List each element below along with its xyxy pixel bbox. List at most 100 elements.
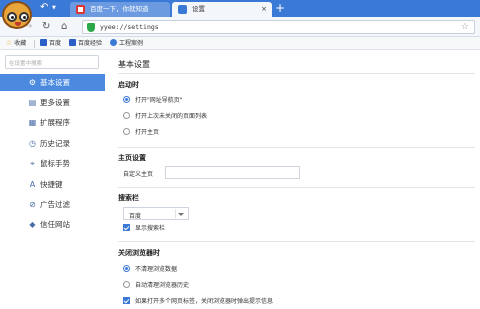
homepage-input[interactable] — [165, 166, 300, 179]
sidebar-item-extensions[interactable]: ▦ 扩展程序 — [0, 114, 105, 131]
radio-selected[interactable] — [123, 265, 130, 272]
option-label: 不清理浏览数据 — [135, 266, 178, 273]
radio[interactable] — [123, 128, 130, 135]
option-label: 自动清理浏览器历史 — [135, 282, 190, 289]
close-warn-option[interactable]: 如果打开多个网页标签，关闭浏览器时弹出提示信息 — [123, 297, 273, 306]
tab-settings[interactable]: 设置 × — [172, 2, 272, 17]
section-heading-close: 关闭浏览器时 — [118, 249, 160, 257]
checkbox-checked[interactable] — [123, 224, 130, 231]
browser-window: ↶ ▼ 百度一下，你就知道 设置 × + ← → ↻ ⌂ yyee://sett… — [0, 0, 480, 309]
star-icon[interactable]: ☆ — [461, 22, 469, 32]
bookmark-bar: ☆ 收藏 百度 百度经验 工程案例 — [0, 37, 480, 50]
logo-beak — [15, 22, 21, 26]
page-title: 基本设置 — [118, 60, 150, 69]
startup-option-homepage[interactable]: 打开主页 — [123, 128, 159, 137]
divider — [118, 147, 475, 148]
settings-sidebar: 在设置中搜索 ⚙ 基本设置 ▤ 更多设置 ▦ 扩展程序 ◷ 历史记录 ⌖ 鼠标手… — [0, 50, 105, 309]
radio[interactable] — [123, 281, 130, 288]
logo-eye — [19, 12, 29, 22]
star-icon: ☆ — [6, 39, 13, 47]
home-icon[interactable]: ⌂ — [61, 20, 67, 33]
sidebar-item-adblock[interactable]: ⊘ 广告过滤 — [0, 196, 105, 213]
mouse-icon: ⌖ — [30, 159, 35, 168]
close-option-keep-data[interactable]: 不清理浏览数据 — [123, 265, 177, 274]
baidu-icon — [40, 39, 47, 46]
settings-main: 基本设置 启动时 打开"网址导航页" 打开上次未关闭的页面列表 打开主页 主页设… — [105, 50, 480, 309]
browser-logo[interactable] — [2, 1, 32, 29]
gear-icon — [110, 39, 117, 46]
bookmark-label: 百度经验 — [78, 40, 103, 47]
show-searchbar-option[interactable]: 显示搜索栏 — [123, 224, 165, 233]
sidebar-item-more[interactable]: ▤ 更多设置 — [0, 94, 105, 111]
undo-icon[interactable]: ↶ — [40, 2, 48, 14]
sidebar-item-basic[interactable]: ⚙ 基本设置 — [0, 74, 105, 91]
close-option-clear-history[interactable]: 自动清理浏览器历史 — [123, 281, 189, 290]
settings-favicon-icon — [178, 5, 187, 14]
sidebar-item-label: 快捷键 — [40, 180, 63, 189]
option-label: 显示搜索栏 — [135, 225, 166, 232]
select-divider — [175, 209, 176, 218]
settings-search-input[interactable]: 在设置中搜索 — [5, 55, 99, 69]
tab-strip: ↶ ▼ 百度一下，你就知道 设置 × + — [0, 0, 480, 29]
search-placeholder: 在设置中搜索 — [9, 61, 43, 67]
baidu-favicon-icon — [76, 5, 85, 14]
sidebar-item-label: 扩展程序 — [40, 118, 70, 127]
sidebar-item-trusted-sites[interactable]: ◆ 信任网站 — [0, 216, 105, 233]
logo-eye — [7, 12, 17, 22]
bookmark-label: 工程案例 — [119, 40, 144, 47]
block-icon: ⊘ — [29, 200, 36, 209]
tab-title: 设置 — [192, 5, 205, 13]
search-engine-select[interactable]: 百度 — [123, 207, 189, 220]
option-label: 打开上次未关闭的页面列表 — [135, 113, 208, 120]
address-bar[interactable]: yyee://settings ☆ — [82, 20, 475, 34]
document-icon: ▤ — [28, 98, 37, 107]
shield-icon — [87, 23, 95, 32]
gear-icon: ⚙ — [28, 78, 37, 87]
option-label: 如果打开多个网页标签，关闭浏览器时弹出提示信息 — [135, 298, 274, 305]
sidebar-item-label: 历史记录 — [40, 139, 70, 148]
bookmark-favorites[interactable]: ☆ 收藏 — [6, 39, 26, 48]
sidebar-item-label: 广告过滤 — [40, 200, 70, 209]
bookmark-baidu[interactable]: 百度 — [40, 39, 61, 48]
bookmark-divider — [34, 40, 35, 48]
sidebar-item-label: 更多设置 — [40, 98, 70, 107]
startup-option-last-session[interactable]: 打开上次未关闭的页面列表 — [123, 112, 207, 121]
tab-baidu[interactable]: 百度一下，你就知道 — [70, 2, 170, 17]
sidebar-item-label: 基本设置 — [40, 78, 70, 87]
navigation-bar: ← → ↻ ⌂ yyee://settings ☆ — [0, 17, 480, 37]
checkbox-checked[interactable] — [123, 297, 130, 304]
baidu-icon — [69, 39, 76, 46]
chevron-down-icon — [178, 213, 184, 216]
radio[interactable] — [123, 112, 130, 119]
chevron-down-icon[interactable]: ▼ — [52, 5, 56, 11]
option-label: 打开"网址导航页" — [135, 97, 183, 104]
close-icon[interactable]: × — [261, 2, 267, 16]
sidebar-item-label: 信任网站 — [40, 220, 70, 229]
divider — [118, 187, 475, 188]
sidebar-item-shortcuts[interactable]: A 快捷键 — [0, 176, 105, 193]
section-heading-startup: 启动时 — [118, 81, 139, 89]
tab-title: 百度一下，你就知道 — [90, 5, 149, 13]
reload-icon[interactable]: ↻ — [42, 20, 50, 33]
radio-selected[interactable] — [123, 96, 130, 103]
bookmark-label: 收藏 — [14, 40, 27, 47]
startup-option-nav-page[interactable]: 打开"网址导航页" — [123, 96, 183, 105]
sidebar-item-history[interactable]: ◷ 历史记录 — [0, 135, 105, 152]
search-engine-value: 百度 — [129, 213, 142, 220]
clock-icon: ◷ — [29, 139, 36, 148]
grid-icon: ▦ — [28, 118, 37, 127]
section-heading-homepage: 主页设置 — [118, 154, 146, 162]
sidebar-item-mouse-gestures[interactable]: ⌖ 鼠标手势 — [0, 155, 105, 172]
homepage-label: 自定义主页 — [123, 171, 154, 178]
sidebar-item-label: 鼠标手势 — [40, 159, 70, 168]
bookmark-label: 百度 — [49, 40, 62, 47]
new-tab-button[interactable]: + — [275, 1, 285, 15]
url-text[interactable]: yyee://settings — [100, 23, 159, 31]
option-label: 打开主页 — [135, 129, 160, 136]
section-heading-searchbar: 搜索栏 — [118, 194, 139, 202]
keyboard-icon: A — [29, 180, 36, 189]
bookmark-baidu-jingyan[interactable]: 百度经验 — [69, 39, 102, 48]
divider — [118, 73, 475, 74]
bookmark-project-cases[interactable]: 工程案例 — [110, 39, 143, 48]
divider — [118, 241, 475, 242]
